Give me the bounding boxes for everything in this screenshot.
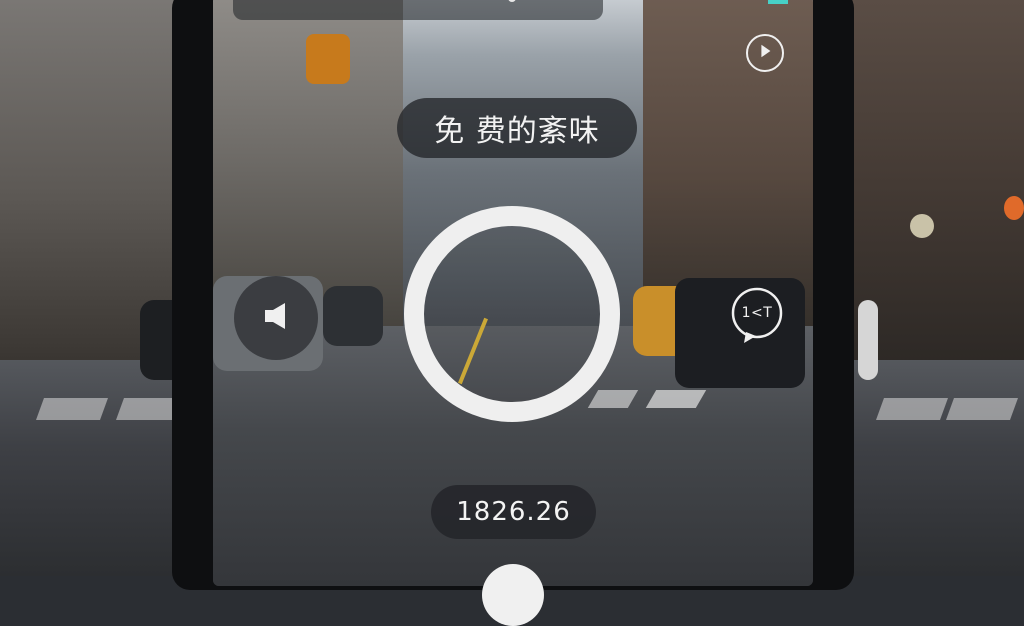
timer-play-button[interactable] [746, 34, 784, 72]
crosswalk-stripe [875, 398, 949, 420]
speaker-icon [263, 301, 289, 335]
crosswalk-stripe [35, 398, 109, 420]
caption-text: 免 费的紊味 [434, 114, 600, 149]
background-car [858, 300, 878, 380]
speed-button[interactable]: 1<T [730, 286, 784, 343]
counter-value: 1826.26 [456, 497, 571, 527]
top-status-bar [233, 0, 603, 20]
bottom-control-button[interactable] [482, 564, 544, 626]
shutter-button[interactable] [404, 206, 620, 422]
caption-pill[interactable]: 免 费的紊味 [397, 98, 637, 158]
crosswalk-stripe [645, 390, 707, 408]
timer-play-icon [756, 42, 774, 64]
counter-pill: 1826.26 [431, 485, 596, 539]
traffic-light [306, 34, 350, 84]
status-indicator [768, 0, 788, 4]
speed-label: 1<T [741, 305, 773, 321]
traffic-light [1004, 196, 1024, 220]
viewfinder-car [323, 286, 383, 346]
street-lamp [910, 214, 934, 238]
speaker-button[interactable] [234, 276, 318, 360]
crosswalk-stripe [945, 398, 1019, 420]
